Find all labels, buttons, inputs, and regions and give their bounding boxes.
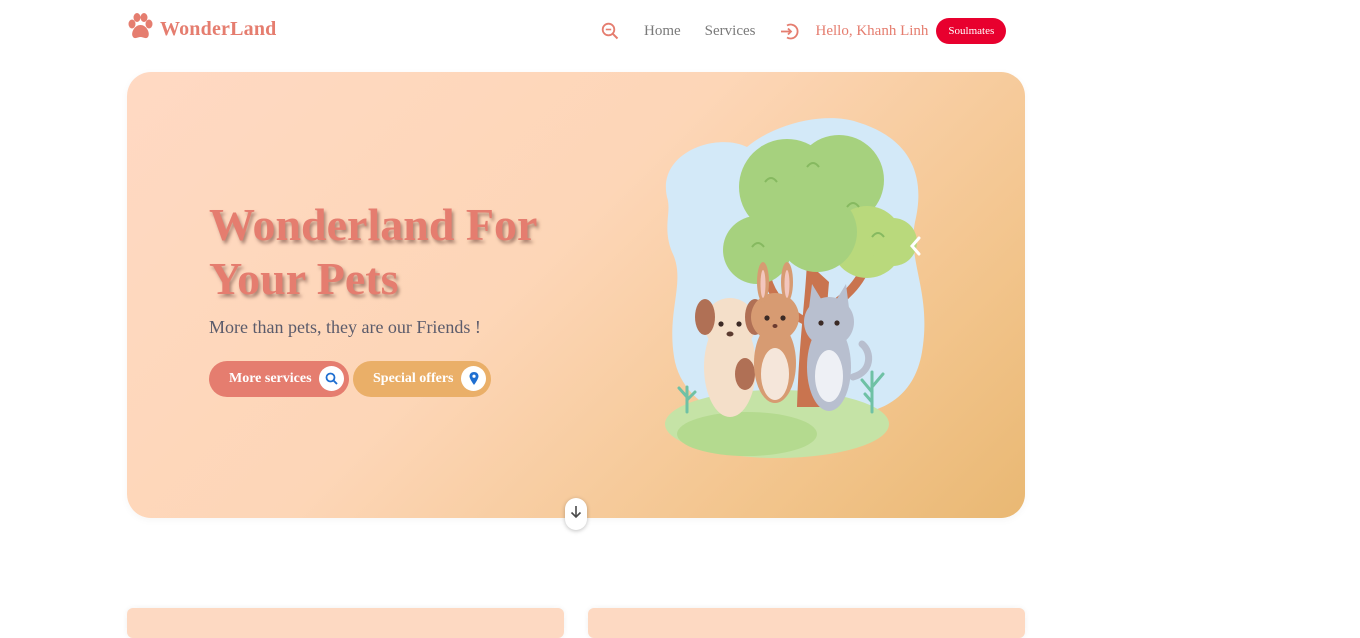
- special-offers-label: Special offers: [373, 371, 454, 386]
- hero-banner: Wonderland For Your Pets More than pets,…: [127, 72, 1025, 518]
- feature-card[interactable]: [127, 608, 564, 638]
- more-services-label: More services: [229, 371, 312, 386]
- search-icon: [319, 366, 344, 391]
- soulmates-badge[interactable]: Soulmates: [936, 18, 1007, 44]
- special-offers-button[interactable]: Special offers: [353, 361, 491, 397]
- feature-card[interactable]: [588, 608, 1025, 638]
- nav-home-link[interactable]: Home: [644, 23, 681, 40]
- paw-icon: [126, 12, 154, 47]
- user-greeting[interactable]: Hello, Khanh Linh: [816, 23, 929, 40]
- zoom-search-icon[interactable]: [600, 21, 620, 41]
- hero-title: Wonderland For Your Pets: [209, 198, 537, 306]
- brand-name: WonderLand: [160, 18, 277, 40]
- logo[interactable]: WonderLand: [126, 12, 276, 47]
- chevron-left-icon[interactable]: [909, 235, 923, 262]
- top-nav: Home Services Hello, Khanh Linh Soulmate…: [600, 16, 1007, 46]
- arrow-down-icon: [570, 505, 582, 524]
- pets-under-tree-illustration: [657, 112, 937, 467]
- hero-title-line-2: Your Pets: [209, 253, 399, 304]
- scroll-down-button[interactable]: [565, 498, 587, 530]
- hero-subtitle: More than pets, they are our Friends !: [209, 317, 481, 337]
- nav-services-link[interactable]: Services: [705, 23, 756, 40]
- more-services-button[interactable]: More services: [209, 361, 349, 397]
- location-pin-icon: [461, 366, 486, 391]
- sign-in-icon[interactable]: [780, 21, 800, 41]
- hero-title-line-1: Wonderland For: [209, 199, 538, 250]
